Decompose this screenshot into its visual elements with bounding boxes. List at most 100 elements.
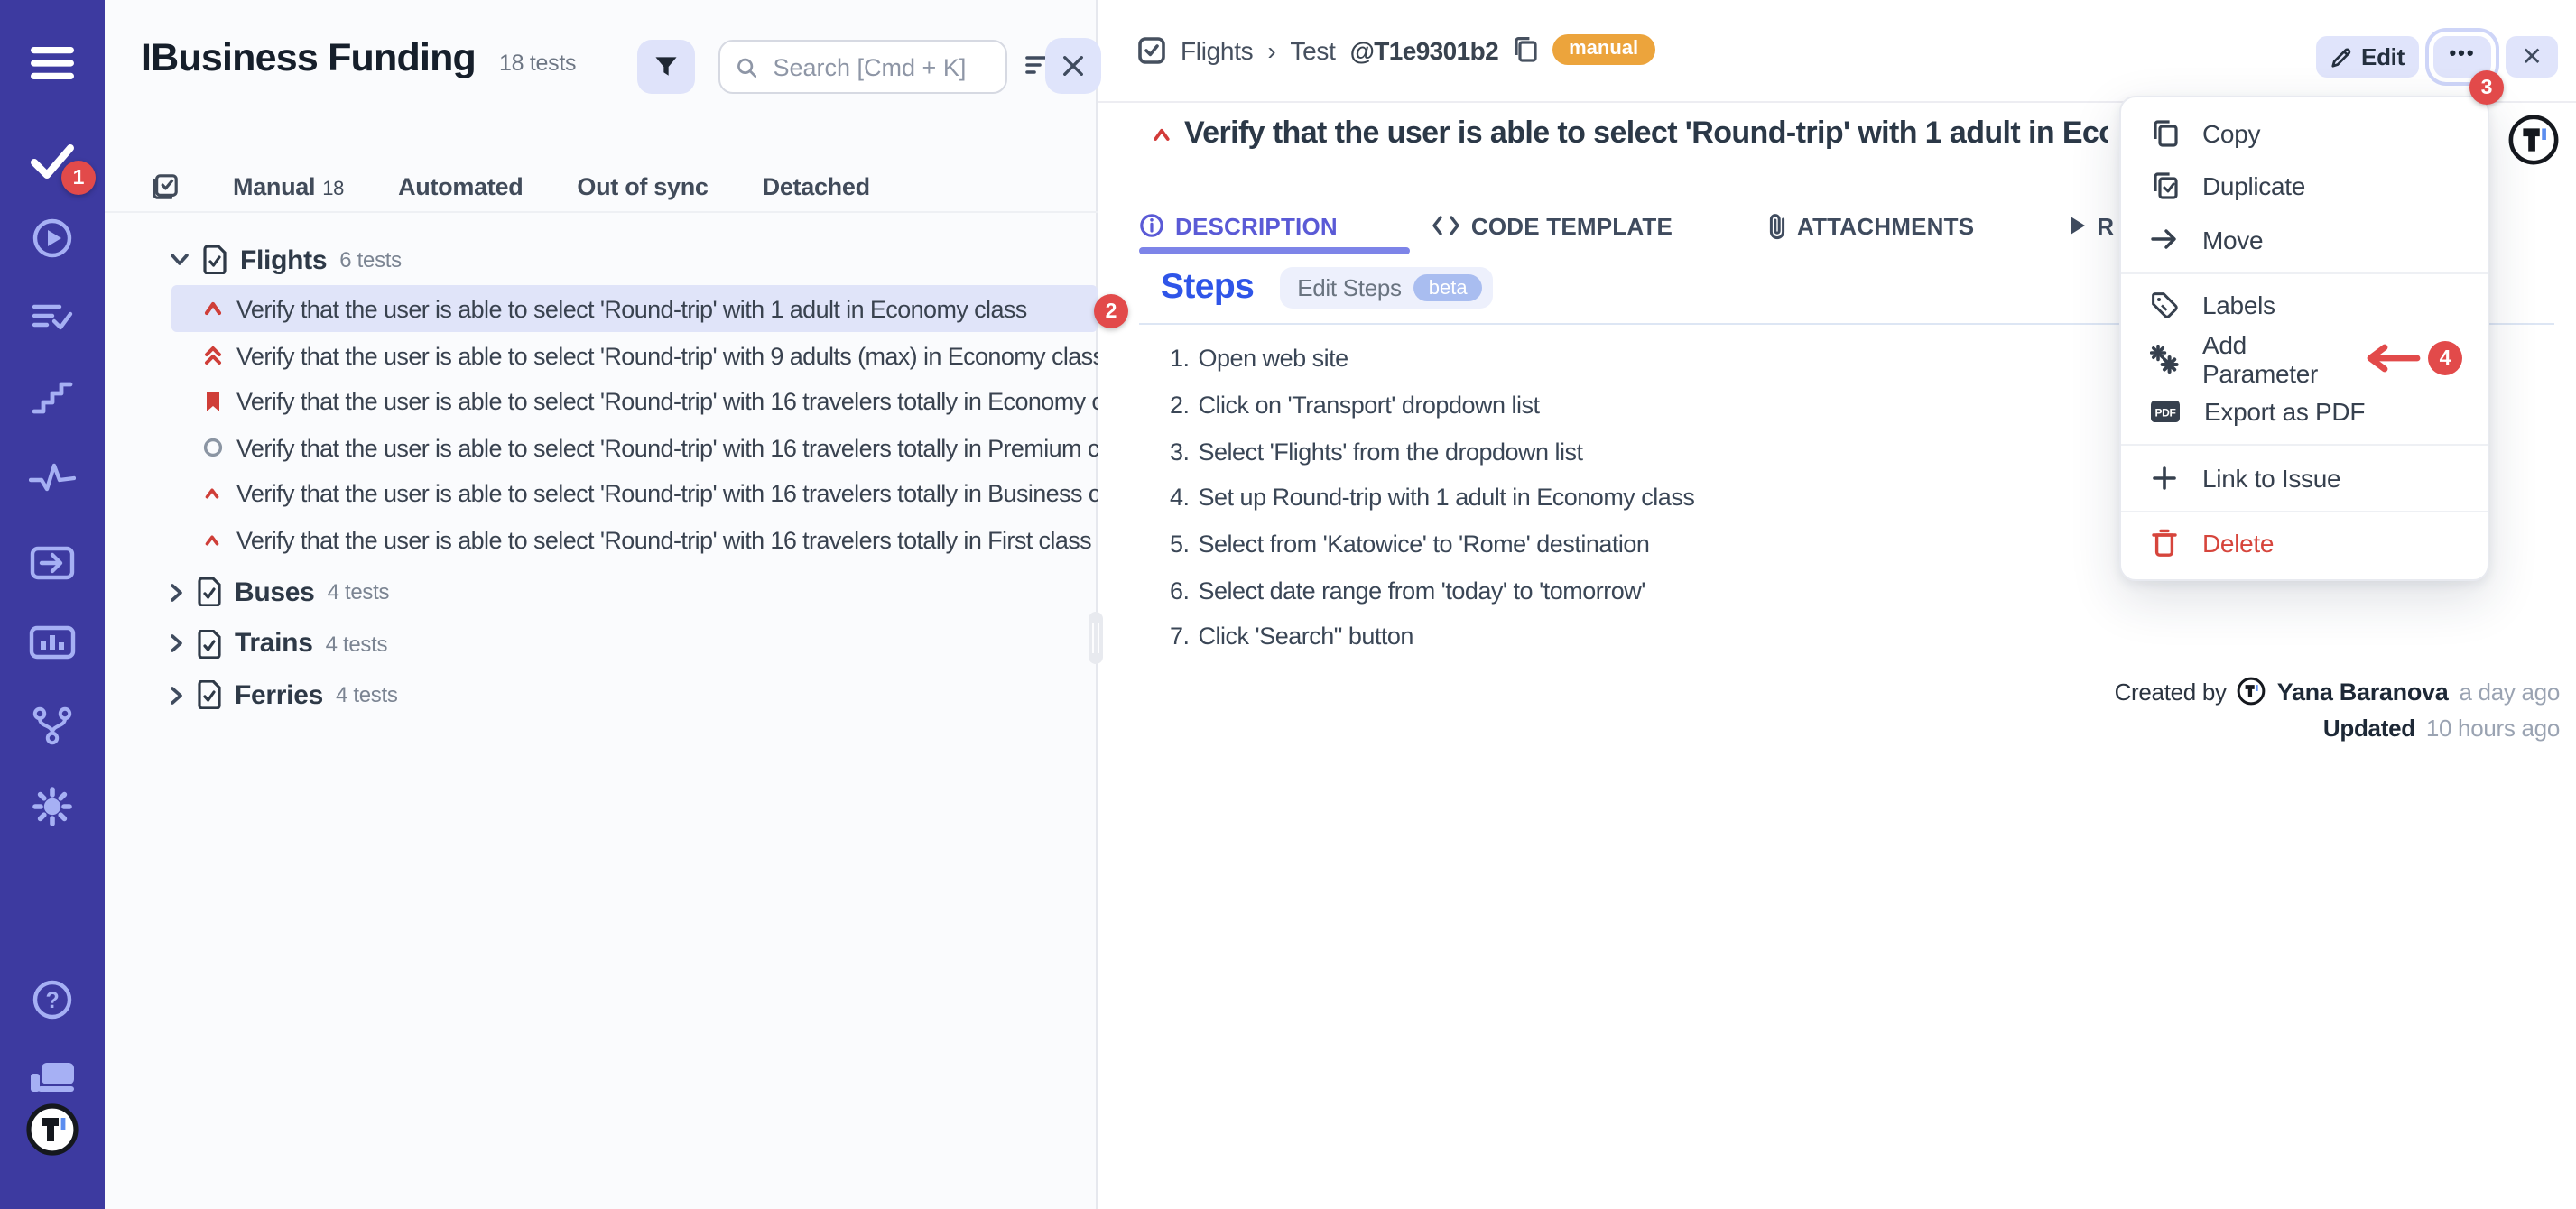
chevron-right-icon[interactable]: [170, 685, 184, 705]
trash-icon: [2150, 530, 2179, 558]
run-play-icon[interactable]: [0, 217, 105, 260]
chevron-right-icon[interactable]: [170, 633, 184, 653]
search-input[interactable]: [770, 51, 990, 82]
test-row[interactable]: Verify that the user is able to select '…: [171, 424, 1098, 471]
edit-button[interactable]: Edit: [2316, 36, 2419, 78]
pulse-icon[interactable]: [0, 460, 105, 496]
import-icon[interactable]: [0, 543, 105, 583]
code-icon: [1432, 215, 1460, 236]
funnel-icon: [652, 52, 681, 81]
menu-item-move[interactable]: Move: [2121, 213, 2488, 266]
pencil-icon: [2330, 46, 2352, 68]
menu-item-export-pdf[interactable]: PDF Export as PDF: [2121, 385, 2488, 438]
annotation-badge-4: 4: [2428, 342, 2462, 376]
test-title-row: Verify that the user is able to select '…: [1152, 115, 2108, 152]
step-item: 2.Click on 'Transport' dropdown list: [1170, 382, 1694, 428]
suite-doc-icon: [197, 629, 222, 658]
test-row[interactable]: Verify that the user is able to select '…: [171, 470, 1098, 517]
panel-close-button[interactable]: [1045, 38, 1101, 94]
test-runs-icon[interactable]: [0, 298, 105, 337]
analytics-icon[interactable]: [0, 624, 105, 660]
menu-item-duplicate[interactable]: Duplicate: [2121, 160, 2488, 213]
breadcrumb-folder[interactable]: Flights: [1181, 35, 1253, 64]
app-logo[interactable]: [0, 1103, 105, 1157]
created-by-line: Created by Yana Baranova a day ago: [2115, 673, 2560, 709]
step-item: 4.Set up Round-trip with 1 adult in Econ…: [1170, 475, 1694, 521]
updated-line: Updated 10 hours ago: [2115, 709, 2560, 745]
filter-button[interactable]: [637, 40, 695, 94]
step-item: 7.Click 'Search" button: [1170, 614, 1694, 660]
tag-icon: [2150, 291, 2179, 320]
close-icon: [1061, 54, 1085, 78]
copy-id-icon[interactable]: [1513, 36, 1538, 63]
hamburger-menu-icon[interactable]: [0, 43, 105, 83]
close-icon: ✕: [2521, 42, 2542, 72]
steps-header: Steps Edit Steps beta: [1161, 267, 1493, 309]
settings-gear-icon[interactable]: [0, 785, 105, 828]
menu-divider: [2121, 444, 2488, 446]
folder-buses[interactable]: Buses 4 tests: [170, 576, 389, 608]
annotation-badge-3: 3: [2469, 70, 2504, 105]
copy-icon: [2150, 119, 2179, 148]
checklist-icon[interactable]: [152, 173, 179, 200]
branches-icon[interactable]: [0, 704, 105, 747]
priority-normal-icon: [202, 437, 224, 458]
info-icon: [1139, 213, 1164, 238]
status-badge: manual: [1552, 34, 1654, 65]
priority-blocker-icon: [202, 390, 224, 413]
project-tests-count: 18 tests: [499, 51, 576, 76]
tab-run[interactable]: R: [2068, 212, 2114, 239]
priority-high-icon: [1152, 124, 1172, 143]
reporter-avatar[interactable]: [2507, 114, 2560, 166]
tab-out-of-sync[interactable]: Out of sync: [577, 173, 708, 200]
menu-item-add-parameter[interactable]: Add Parameter 4: [2121, 332, 2488, 385]
test-row[interactable]: Verify that the user is able to select '…: [171, 332, 1098, 379]
menu-item-link-to-issue[interactable]: Link to Issue: [2121, 451, 2488, 504]
test-context-menu: Copy Duplicate Move Labels Add Parameter…: [2119, 96, 2489, 581]
created-time: a day ago: [2459, 678, 2560, 705]
chevron-down-icon[interactable]: [170, 253, 190, 267]
priority-high-icon: [202, 298, 224, 319]
docs-icon[interactable]: [0, 1056, 105, 1095]
project-title: IBusiness Funding: [141, 36, 476, 81]
red-arrow-left-icon: [2363, 344, 2421, 374]
test-row[interactable]: Verify that the user is able to select '…: [171, 516, 1098, 563]
parameters-gears-icon: [2150, 345, 2179, 374]
menu-item-labels[interactable]: Labels: [2121, 279, 2488, 332]
priority-high-icon: [202, 484, 224, 503]
edit-steps-button[interactable]: Edit Steps beta: [1279, 267, 1492, 309]
test-row[interactable]: Verify that the user is able to select '…: [171, 378, 1098, 425]
test-row-selected[interactable]: Verify that the user is able to select '…: [171, 285, 1098, 332]
steps-list: 1.Open web site 2.Click on 'Transport' d…: [1170, 336, 1694, 660]
tab-manual[interactable]: Manual18: [233, 173, 344, 200]
duplicate-icon: [2150, 172, 2179, 201]
menu-item-copy[interactable]: Copy: [2121, 106, 2488, 160]
tab-automated[interactable]: Automated: [398, 173, 523, 200]
annotation-badge-1: 1: [61, 161, 96, 195]
folder-flights[interactable]: Flights 6 tests: [170, 244, 402, 276]
test-title: Verify that the user is able to select '…: [1184, 115, 2108, 152]
folder-trains[interactable]: Trains 4 tests: [170, 627, 387, 660]
folder-ferries[interactable]: Ferries 4 tests: [170, 678, 398, 711]
tab-code-template[interactable]: CODE TEMPLATE: [1432, 212, 1673, 239]
detail-close-button[interactable]: ✕: [2506, 36, 2558, 78]
detail-actions: Edit ••• ✕: [2316, 36, 2558, 78]
search-icon: [737, 55, 757, 78]
tab-attachments[interactable]: ATTACHMENTS: [1766, 212, 1974, 239]
author-name[interactable]: Yana Baranova: [2277, 678, 2449, 705]
chevron-right-icon[interactable]: [170, 582, 184, 602]
steps-icon[interactable]: [0, 379, 105, 419]
search-box[interactable]: [718, 40, 1007, 94]
tab-detached[interactable]: Detached: [763, 173, 870, 200]
priority-critical-icon: [202, 345, 224, 366]
suite-doc-icon: [202, 245, 227, 274]
svg-text:?: ?: [46, 988, 60, 1013]
suite-doc-icon: [197, 680, 222, 709]
panel-resize-handle[interactable]: [1089, 612, 1103, 664]
help-icon[interactable]: ?: [0, 978, 105, 1021]
test-id[interactable]: @T1e9301b2: [1350, 35, 1499, 64]
test-check-icon: [1137, 35, 1166, 64]
menu-item-delete[interactable]: Delete: [2121, 517, 2488, 570]
tab-description[interactable]: DESCRIPTION: [1139, 212, 1338, 239]
paperclip-icon: [1766, 212, 1786, 239]
